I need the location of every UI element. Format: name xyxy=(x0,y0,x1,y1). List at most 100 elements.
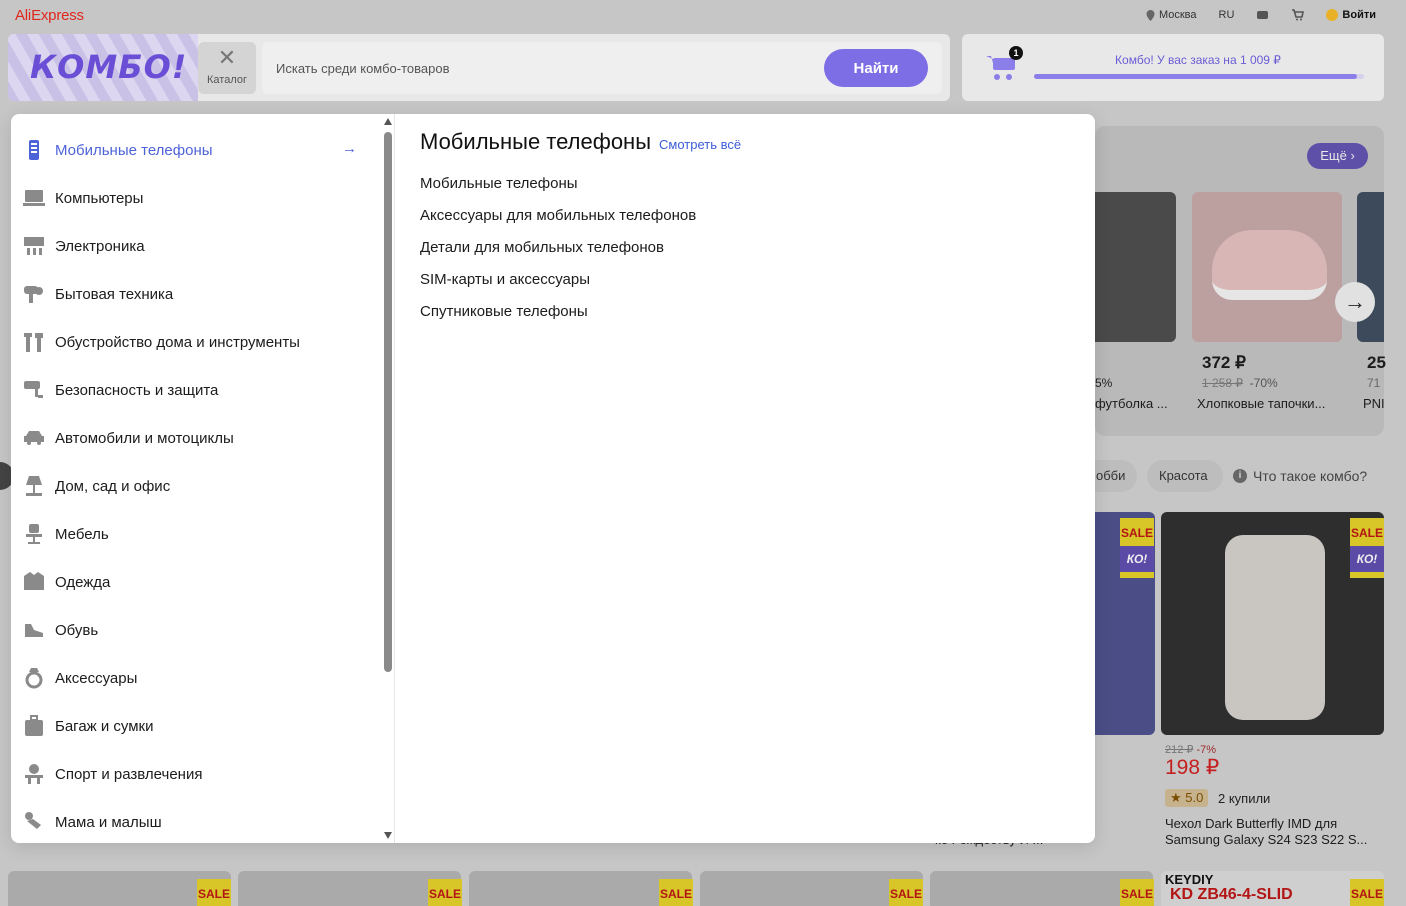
subcategory-title: Мобильные телефоны xyxy=(420,129,652,154)
sale-tag: SALE xyxy=(428,879,462,906)
combo-order-panel[interactable]: 1 Комбо! У вас заказ на 1 009 ₽ xyxy=(962,34,1384,101)
category-label: Багаж и сумки xyxy=(55,717,154,735)
baby-icon xyxy=(23,811,45,833)
sale-tag: SALE xyxy=(1120,879,1154,906)
card-a-title[interactable]: футболка ... xyxy=(1095,396,1168,411)
info-icon: i xyxy=(1233,469,1247,483)
top-nav: Москва RU Войти xyxy=(1146,9,1376,21)
card-a-discount: 5% xyxy=(1095,376,1113,390)
card-b-price: 372 ₽ xyxy=(1202,353,1246,372)
coin-icon xyxy=(1326,9,1339,21)
phone-icon xyxy=(23,139,45,161)
chip-beauty[interactable]: Красота xyxy=(1147,460,1223,492)
category-item[interactable]: Мебель xyxy=(11,510,381,558)
language-selector[interactable]: RU xyxy=(1219,9,1235,21)
chair-icon xyxy=(23,523,45,545)
category-item[interactable]: Багаж и сумки xyxy=(11,702,381,750)
category-item[interactable]: Обувь xyxy=(11,606,381,654)
card-c-title[interactable]: PNI xyxy=(1363,396,1385,411)
product-image-tshirt[interactable] xyxy=(1095,192,1176,342)
sale-tag: SALE xyxy=(659,879,693,906)
category-item[interactable]: Бытовая техника xyxy=(11,270,381,318)
catalog-label: Каталог xyxy=(207,74,247,86)
camera-icon xyxy=(23,379,45,401)
combo-order-text: Комбо! У вас заказ на 1 009 ₽ xyxy=(1115,53,1281,67)
category-item[interactable]: Обустройство дома и инструменты xyxy=(11,318,381,366)
tools-icon xyxy=(23,331,45,353)
category-item[interactable]: Компьютеры xyxy=(11,174,381,222)
category-label: Дом, сад и офис xyxy=(55,477,171,495)
phone-case-shape xyxy=(1225,535,1325,720)
car-icon xyxy=(23,427,45,449)
category-item[interactable]: Одежда xyxy=(11,558,381,606)
subcategory-panel: Мобильные телефоны Смотреть всё Мобильны… xyxy=(420,114,1080,843)
category-label: Спорт и развлечения xyxy=(55,765,203,783)
computer-icon xyxy=(23,187,45,209)
category-label: Одежда xyxy=(55,573,111,591)
what-is-combo-label: Что такое комбо? xyxy=(1253,468,1368,484)
sale-tag: SALE xyxy=(197,879,231,906)
cart-count-badge: 1 xyxy=(1009,46,1023,60)
scroll-down-icon[interactable] xyxy=(384,832,392,839)
subcategory-link[interactable]: Спутниковые телефоны xyxy=(420,303,588,320)
category-item[interactable]: Автомобили и мотоциклы xyxy=(11,414,381,462)
subcategory-link[interactable]: Мобильные телефоны xyxy=(420,175,578,192)
location-link[interactable]: Москва xyxy=(1146,9,1197,21)
product-bought-count: 2 купили xyxy=(1218,791,1271,806)
scrollbar-thumb[interactable] xyxy=(384,132,392,672)
electronics-icon xyxy=(23,235,45,257)
category-list: Мобильные телефоны → Компьютеры Электроника… xyxy=(11,114,395,843)
search-button[interactable]: Найти xyxy=(824,49,928,87)
product-title[interactable]: Чехол Dark Butterfly IMD для Samsung Gal… xyxy=(1165,816,1385,848)
category-label: Компьютеры xyxy=(55,189,144,207)
combo-order-progress-fill xyxy=(1034,74,1358,79)
jacket-icon xyxy=(23,571,45,593)
lamp-icon xyxy=(23,475,45,497)
category-label: Обустройство дома и инструменты xyxy=(55,333,300,351)
carousel-next-button[interactable]: → xyxy=(1335,282,1375,322)
luggage-icon xyxy=(23,715,45,737)
cart-top-icon[interactable] xyxy=(1291,9,1305,21)
category-label: Обувь xyxy=(55,621,99,639)
category-item[interactable]: Мама и малыш xyxy=(11,798,381,843)
shoe-icon xyxy=(23,619,45,641)
sport-icon xyxy=(23,763,45,785)
combo-tag-label: КО! xyxy=(1120,546,1154,572)
search-input[interactable] xyxy=(276,42,816,94)
ring-icon xyxy=(23,667,45,689)
coupons-icon[interactable] xyxy=(1256,9,1269,21)
close-icon: ✕ xyxy=(217,45,237,70)
scroll-up-icon[interactable] xyxy=(384,118,392,125)
login-link[interactable]: Войти xyxy=(1326,9,1376,21)
catalog-close-button[interactable]: ✕ Каталог xyxy=(198,42,256,94)
arrow-right-icon: → xyxy=(1344,289,1366,314)
aliexpress-logo[interactable]: AliExpress xyxy=(15,7,84,24)
card-c-price: 25 xyxy=(1367,353,1386,372)
what-is-combo-link[interactable]: i Что такое комбо? xyxy=(1233,468,1367,484)
category-item[interactable]: Электроника xyxy=(11,222,381,270)
category-label: Мебель xyxy=(55,525,109,543)
card-b-old-price: 1 258 ₽ xyxy=(1202,376,1243,390)
category-item[interactable]: Спорт и развлечения xyxy=(11,750,381,798)
category-item[interactable]: Дом, сад и офис xyxy=(11,462,381,510)
catalog-dropdown: Мобильные телефоны → Компьютеры Электроника… xyxy=(11,114,1095,843)
subcategory-link[interactable]: SIM-карты и аксессуары xyxy=(420,271,590,288)
combo-logo-area[interactable]: КОМБО! xyxy=(8,34,198,101)
category-scrollbar[interactable] xyxy=(381,114,395,843)
sale-label: SALE xyxy=(1120,526,1153,540)
category-label: Автомобили и мотоциклы xyxy=(55,429,234,447)
login-label: Войти xyxy=(1342,9,1376,21)
category-item[interactable]: Безопасность и защита xyxy=(11,366,381,414)
sale-label: SALE xyxy=(1350,526,1383,540)
more-label: Ещё xyxy=(1320,148,1347,163)
category-item[interactable]: Мобильные телефоны → xyxy=(11,126,381,174)
combo-tag-label: КО! xyxy=(1350,546,1384,572)
subcategory-link[interactable]: Детали для мобильных телефонов xyxy=(420,239,664,256)
category-item[interactable]: Аксессуары xyxy=(11,654,381,702)
card-b-title[interactable]: Хлопковые тапочки... xyxy=(1197,396,1325,411)
see-all-link[interactable]: Смотреть всё xyxy=(659,137,741,152)
city-label: Москва xyxy=(1158,9,1197,21)
more-button[interactable]: Ещё › xyxy=(1307,143,1368,169)
subcategory-link[interactable]: Аксессуары для мобильных телефонов xyxy=(420,207,696,224)
keydiy-model: KD ZB46-4-SLID xyxy=(1170,886,1293,903)
